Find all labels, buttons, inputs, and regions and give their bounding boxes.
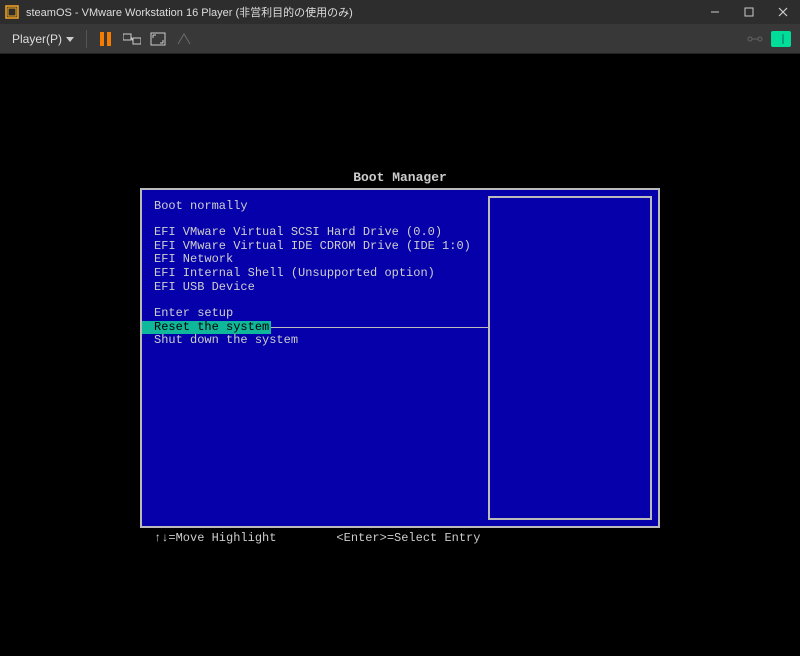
fullscreen-button[interactable]: [145, 27, 171, 51]
boot-menu-item[interactable]: EFI Internal Shell (Unsupported option): [154, 267, 488, 281]
chevron-down-icon: [66, 32, 74, 46]
vm-display[interactable]: Boot Manager Boot normally EFI VMware Vir…: [0, 54, 800, 656]
player-menu[interactable]: Player(P): [6, 30, 80, 48]
send-ctrl-alt-del-button[interactable]: [119, 27, 145, 51]
toolbar-separator: [86, 30, 87, 48]
hint-select: <Enter>=Select Entry: [336, 531, 480, 545]
boot-menu-item[interactable]: EFI VMware Virtual IDE CDROM Drive (IDE …: [154, 240, 488, 254]
toolbar: Player(P): [0, 24, 800, 54]
minimize-button[interactable]: [698, 0, 732, 24]
boot-menu-item[interactable]: Enter setup: [154, 307, 488, 321]
boot-menu-item[interactable]: EFI VMware Virtual SCSI Hard Drive (0.0): [154, 226, 488, 240]
pause-button[interactable]: [93, 27, 119, 51]
boot-menu-item[interactable]: Boot normally: [154, 200, 488, 214]
boot-menu-item[interactable]: Shut down the system: [154, 334, 488, 348]
connect-icon[interactable]: [742, 27, 768, 51]
panel-icon: [771, 31, 791, 47]
hint-move: ↑↓=Move Highlight: [154, 531, 276, 545]
boot-panel: Boot normally EFI VMware Virtual SCSI Har…: [140, 188, 660, 528]
boot-menu-list[interactable]: Boot normally EFI VMware Virtual SCSI Har…: [142, 190, 488, 526]
window-titlebar: steamOS - VMware Workstation 16 Player (…: [0, 0, 800, 24]
window-title: steamOS - VMware Workstation 16 Player (…: [26, 4, 353, 20]
boot-manager: Boot Manager Boot normally EFI VMware Vir…: [140, 170, 660, 545]
maximize-button[interactable]: [732, 0, 766, 24]
sidebar-toggle-button[interactable]: [768, 27, 794, 51]
player-menu-label: Player(P): [12, 32, 62, 46]
boot-title: Boot Manager: [140, 170, 660, 185]
boot-info-pane: [488, 196, 652, 520]
boot-footer: ↑↓=Move Highlight <Enter>=Select Entry: [140, 531, 660, 545]
close-button[interactable]: [766, 0, 800, 24]
boot-menu-item[interactable]: EFI USB Device: [154, 281, 488, 295]
boot-menu-item-selected[interactable]: Reset the system: [142, 321, 488, 335]
app-icon: [4, 4, 20, 20]
unity-button[interactable]: [171, 27, 197, 51]
boot-menu-item[interactable]: EFI Network: [154, 253, 488, 267]
